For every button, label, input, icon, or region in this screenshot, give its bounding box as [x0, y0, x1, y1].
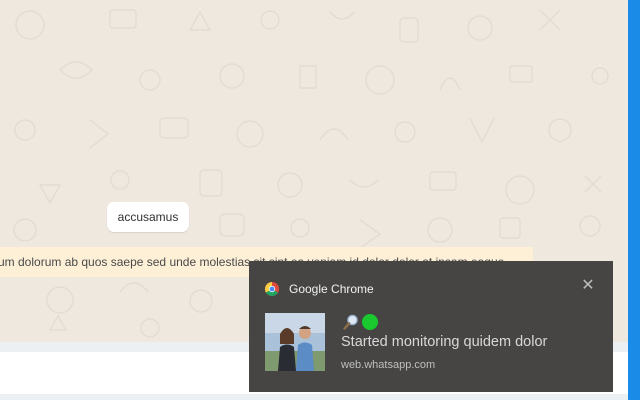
notification-app-name: Google Chrome — [289, 282, 374, 296]
close-icon[interactable]: ✕ — [579, 277, 597, 295]
chrome-logo-icon — [265, 282, 279, 296]
message-bubble[interactable]: accusamus — [107, 202, 189, 232]
notification-avatar — [265, 313, 325, 371]
avatar-photo — [265, 313, 325, 371]
notification-header: Google Chrome — [265, 281, 374, 297]
notification-title: Started monitoring quidem dolor — [341, 334, 548, 350]
notification-source: web.whatsapp.com — [341, 359, 436, 371]
message-text: accusamus — [117, 210, 179, 224]
magnifier-icon — [343, 314, 358, 330]
green-dot-icon — [362, 314, 378, 330]
screen: accusamus um dolorum ab quos saepe sed u… — [0, 0, 640, 400]
desktop-notification[interactable]: Google Chrome ✕ Started monitoring quide… — [249, 261, 613, 392]
window-edge — [628, 0, 640, 400]
notification-title-icons — [342, 313, 378, 331]
